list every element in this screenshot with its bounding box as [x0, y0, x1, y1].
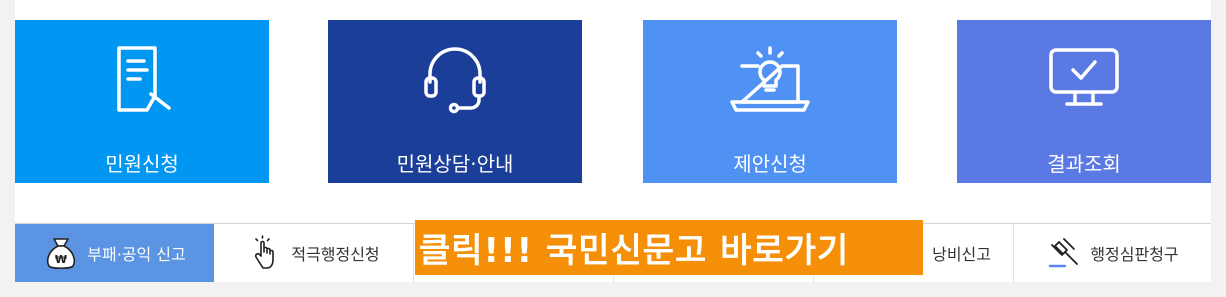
- banner-text: 클릭!!! 국민신문고 바로가기: [419, 231, 850, 271]
- svg-text:₩: ₩: [55, 253, 67, 266]
- tile-label: 민원신청: [105, 152, 179, 176]
- tile-consult-guide[interactable]: 민원상담·안내: [328, 20, 582, 183]
- menu-proactive-admin[interactable]: 적극행정신청: [214, 224, 414, 282]
- gavel-icon: [1046, 235, 1082, 271]
- shinmungo-shortcut-banner[interactable]: 클릭!!! 국민신문고 바로가기: [415, 220, 923, 275]
- monitor-check-icon: [957, 44, 1211, 114]
- tile-complaint-apply[interactable]: 민원신청: [15, 20, 269, 183]
- menu-admin-appeal[interactable]: 행정심판청구: [1014, 224, 1211, 282]
- menu-corruption-report[interactable]: ₩ 부패·공익 신고: [15, 224, 214, 282]
- menu-label: 적극행정신청: [291, 245, 380, 264]
- tile-result-lookup[interactable]: 결과조회: [957, 20, 1211, 183]
- hand-pointer-icon: [247, 235, 283, 271]
- tile-label: 제안신청: [733, 152, 807, 176]
- tile-label: 결과조회: [1047, 152, 1121, 176]
- tile-proposal-apply[interactable]: 제안신청: [643, 20, 897, 183]
- money-bag-icon: ₩: [43, 235, 79, 271]
- menu-label: 행정심판청구: [1090, 245, 1179, 264]
- menu-label: 낭비신고: [932, 245, 991, 264]
- tile-label: 민원상담·안내: [396, 152, 514, 176]
- menu-label: 부패·공익 신고: [87, 245, 186, 264]
- document-pen-icon: [15, 44, 269, 114]
- headset-icon: [328, 44, 582, 114]
- laptop-lightbulb-icon: [643, 44, 897, 114]
